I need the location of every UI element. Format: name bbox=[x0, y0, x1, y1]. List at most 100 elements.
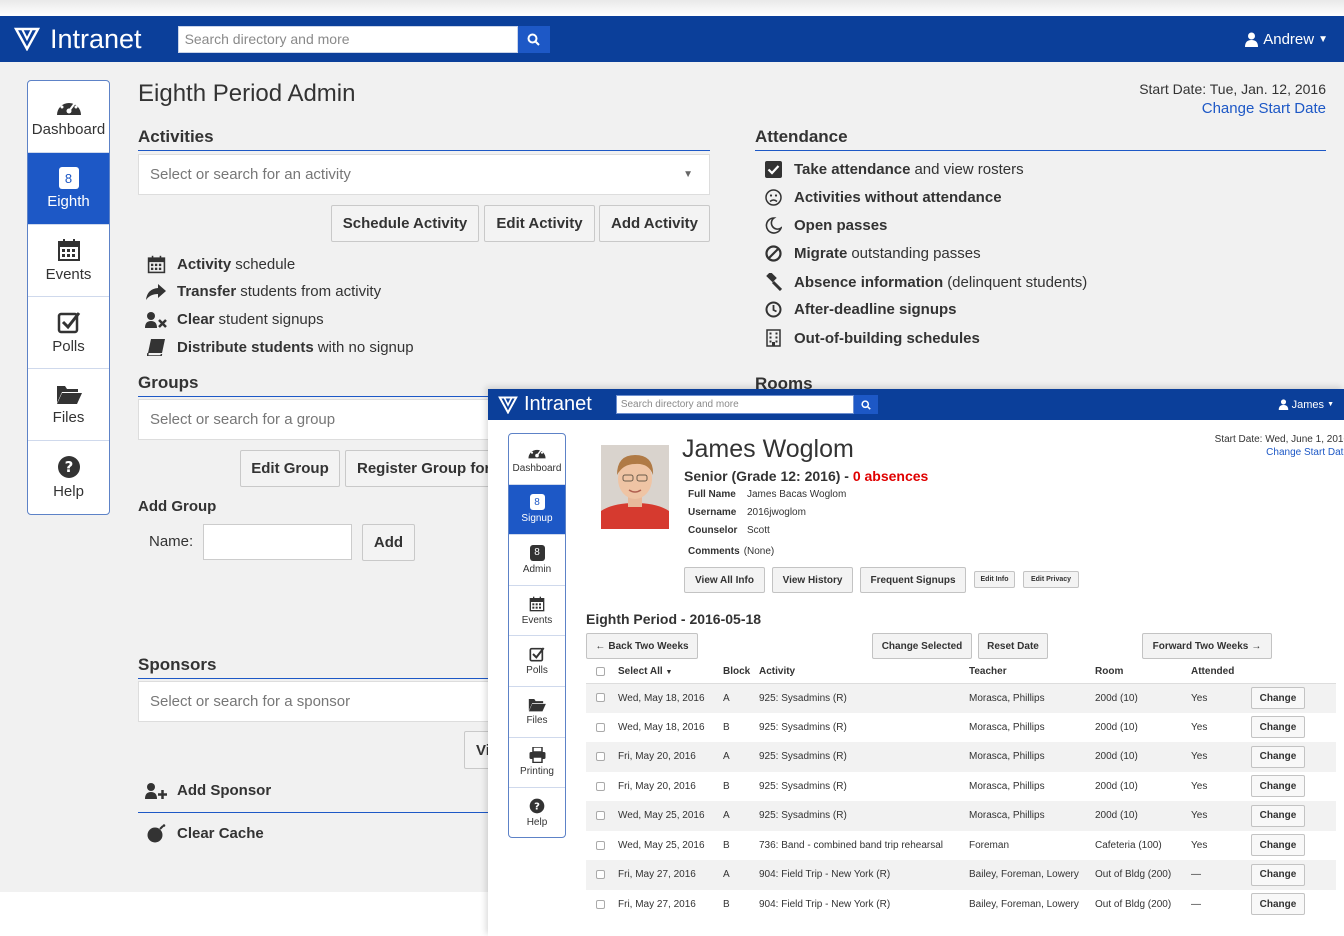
open-passes-link[interactable]: Open passes bbox=[762, 217, 891, 234]
row-checkbox[interactable] bbox=[595, 752, 605, 762]
change-button[interactable]: Change bbox=[1251, 745, 1305, 768]
table-row: Wed, May 25, 2016 A 925: Sysadmins (R) M… bbox=[586, 801, 1336, 831]
edit-privacy-button[interactable]: Edit Privacy bbox=[1023, 571, 1079, 588]
clear-cache-link[interactable]: Clear Cache bbox=[145, 824, 268, 843]
clear-signups-link[interactable]: Clear student signups bbox=[145, 311, 324, 328]
group-name-input[interactable] bbox=[203, 524, 352, 560]
search-input[interactable]: Search directory and more bbox=[177, 25, 518, 53]
activity-link[interactable]: 925: Sysadmins (R) bbox=[755, 742, 965, 772]
sidebar-item-label: Events bbox=[45, 266, 92, 283]
sidebar-item-eighth[interactable]: 8 Eighth bbox=[28, 153, 109, 225]
teacher-cell: Morasca, Phillips bbox=[965, 712, 1091, 742]
view-history-button[interactable]: View History bbox=[772, 567, 853, 593]
sidebar-item-printing[interactable]: Printing bbox=[509, 738, 565, 789]
room-cell: Out of Bldg (200) bbox=[1091, 860, 1187, 890]
user-menu[interactable]: Andrew ▼ bbox=[1244, 31, 1328, 48]
change-button[interactable]: Change bbox=[1251, 775, 1305, 798]
row-checkbox[interactable] bbox=[595, 722, 605, 732]
row-checkbox[interactable] bbox=[595, 870, 605, 880]
schedule-activity-button[interactable]: Schedule Activity bbox=[331, 205, 479, 242]
divider bbox=[138, 812, 490, 813]
sidebar-item-admin[interactable]: 8 Admin bbox=[509, 535, 565, 586]
reset-date-button[interactable]: Reset Date bbox=[978, 633, 1048, 659]
add-activity-button[interactable]: Add Activity bbox=[599, 205, 710, 242]
view-all-info-button[interactable]: View All Info bbox=[684, 567, 765, 593]
frequent-signups-button[interactable]: Frequent Signups bbox=[860, 567, 966, 593]
caret-down-icon: ▼ bbox=[1327, 401, 1334, 408]
take-attendance-link[interactable]: Take attendance and view rosters bbox=[762, 161, 1024, 178]
change-button[interactable]: Change bbox=[1251, 863, 1305, 886]
change-button[interactable]: Change bbox=[1251, 834, 1305, 857]
sidebar-item-dashboard[interactable]: Dashboard bbox=[28, 81, 109, 153]
sponsor-select[interactable]: Select or search for a sponsor bbox=[138, 681, 490, 722]
date-cell: Fri, May 20, 2016 bbox=[614, 771, 719, 801]
change-start-date-link[interactable]: Change Start Date bbox=[1209, 447, 1344, 458]
row-checkbox[interactable] bbox=[595, 811, 605, 821]
gavel-icon bbox=[766, 273, 782, 291]
change-button[interactable]: Change bbox=[1251, 893, 1305, 916]
transfer-students-link[interactable]: Transfer students from activity bbox=[145, 283, 381, 300]
row-checkbox[interactable] bbox=[595, 840, 605, 850]
activity-select[interactable]: Select or search for an activity ▼ bbox=[138, 154, 710, 195]
distribute-students-link[interactable]: Distribute students with no signup bbox=[145, 339, 414, 356]
activity-link[interactable]: 925: Sysadmins (R) bbox=[755, 771, 965, 801]
change-button[interactable]: Change bbox=[1251, 687, 1305, 709]
change-button[interactable]: Change bbox=[1251, 716, 1305, 739]
after-deadline-signups-link[interactable]: After-deadline signups bbox=[762, 301, 961, 318]
sidebar-item-help[interactable]: ? Help bbox=[28, 441, 109, 513]
sidebar-item-polls[interactable]: Polls bbox=[28, 297, 109, 369]
activity-link[interactable]: 736: Band - combined band trip rehearsal bbox=[755, 830, 965, 860]
sidebar-item-files[interactable]: Files bbox=[509, 687, 565, 738]
row-checkbox[interactable] bbox=[595, 693, 605, 703]
app-logo[interactable]: Intranet bbox=[498, 393, 592, 416]
sidebar-item-signup[interactable]: 8 Signup bbox=[509, 484, 565, 536]
sidebar-item-polls[interactable]: Polls bbox=[509, 636, 565, 687]
attended-cell: — bbox=[1187, 860, 1247, 890]
checkbox[interactable] bbox=[595, 667, 605, 677]
add-sponsor-link[interactable]: Add Sponsor bbox=[145, 782, 275, 799]
activity-link[interactable]: 925: Sysadmins (R) bbox=[755, 801, 965, 831]
sidebar-item-dashboard[interactable]: Dashboard bbox=[509, 434, 565, 485]
group-select[interactable]: Select or search for a group bbox=[138, 399, 490, 440]
out-of-building-link[interactable]: Out-of-building schedules bbox=[762, 329, 984, 347]
activity-link[interactable]: 904: Field Trip - New York (R) bbox=[755, 889, 965, 919]
activity-link[interactable]: 904: Field Trip - New York (R) bbox=[755, 860, 965, 890]
edit-activity-button[interactable]: Edit Activity bbox=[484, 205, 595, 242]
activity-link[interactable]: 925: Sysadmins (R) bbox=[755, 683, 965, 713]
frown-icon bbox=[764, 189, 782, 206]
select-all-checkbox-cell[interactable] bbox=[586, 661, 614, 684]
register-group-button[interactable]: Register Group for bbox=[345, 450, 495, 487]
sidebar-item-help[interactable]: ? Help bbox=[509, 788, 565, 837]
absences-link[interactable]: 0 absences bbox=[853, 468, 929, 484]
change-button[interactable]: Change bbox=[1251, 804, 1305, 827]
user-menu[interactable]: James ▼ bbox=[1278, 399, 1334, 411]
row-checkbox[interactable] bbox=[595, 899, 605, 909]
calendar-icon bbox=[529, 596, 545, 611]
student-name: James Woglom bbox=[682, 435, 854, 463]
row-checkbox[interactable] bbox=[595, 781, 605, 791]
migrate-passes-link[interactable]: Migrate outstanding passes bbox=[762, 245, 981, 262]
app-logo[interactable]: Intranet bbox=[14, 24, 142, 55]
select-all-header[interactable]: Select All ▼ bbox=[614, 661, 719, 684]
edit-info-button[interactable]: Edit Info bbox=[974, 571, 1015, 588]
attended-cell: Yes bbox=[1187, 712, 1247, 742]
sidebar-item-events[interactable]: Events bbox=[28, 225, 109, 297]
activity-link[interactable]: 925: Sysadmins (R) bbox=[755, 712, 965, 742]
teacher-cell: Morasca, Phillips bbox=[965, 771, 1091, 801]
search-button[interactable] bbox=[853, 395, 878, 414]
start-date-text: Start Date: Tue, Jan. 12, 2016 bbox=[1139, 81, 1326, 97]
sidebar-item-files[interactable]: Files bbox=[28, 369, 109, 441]
activities-without-attendance-link[interactable]: Activities without attendance bbox=[762, 189, 1006, 206]
activity-schedule-link[interactable]: Activity schedule bbox=[145, 255, 295, 274]
change-start-date-link[interactable]: Change Start Date bbox=[1139, 100, 1326, 117]
search-button[interactable] bbox=[517, 25, 550, 53]
table-row: Fri, May 27, 2016 B 904: Field Trip - Ne… bbox=[586, 889, 1336, 919]
add-group-button[interactable]: Add bbox=[362, 524, 415, 561]
edit-group-button[interactable]: Edit Group bbox=[240, 450, 340, 487]
search-input[interactable]: Search directory and more bbox=[615, 395, 854, 414]
forward-two-weeks-button[interactable]: Forward Two Weeks → bbox=[1142, 633, 1272, 659]
sidebar-item-events[interactable]: Events bbox=[509, 586, 565, 637]
back-two-weeks-button[interactable]: ← Back Two Weeks bbox=[586, 633, 698, 659]
change-selected-button[interactable]: Change Selected bbox=[872, 633, 972, 659]
absence-information-link[interactable]: Absence information (delinquent students) bbox=[762, 273, 1087, 291]
